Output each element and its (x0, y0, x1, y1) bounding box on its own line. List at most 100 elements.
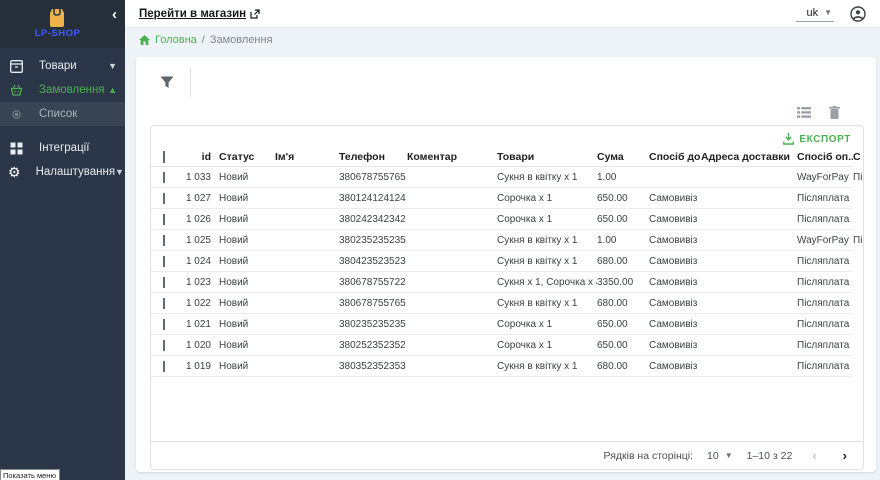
row-checkbox[interactable] (163, 214, 165, 225)
main-area: Перейти в магазин uk ▼ Головна / (125, 0, 880, 480)
sidebar-item-orders[interactable]: Замовлення ▲ (0, 78, 125, 102)
table-row[interactable]: 1 025 Новий 380235235235 Сукня в квітку … (151, 230, 853, 251)
cell-payment: Післяплата (797, 319, 853, 330)
cell-phone: 380678755722 (339, 277, 407, 288)
integrations-grid-icon (8, 142, 24, 155)
cell-delivery: Самовивіз (649, 193, 701, 204)
table-row[interactable]: 1 023 Новий 380678755722 Сукня x 1, Соро… (151, 272, 853, 293)
column-header-products[interactable]: Товари (497, 151, 597, 163)
table-row[interactable]: 1 033 Новий 380678755765 Сукня в квітку … (151, 167, 853, 188)
column-header-phone[interactable]: Телефон (339, 151, 407, 163)
export-button[interactable]: ЕКСПОРТ (783, 133, 851, 145)
language-select[interactable]: uk ▼ (796, 6, 834, 22)
cell-status: Новий (219, 193, 275, 204)
cell-payment: Післяплата (797, 340, 853, 351)
shopping-bag-logo-icon (47, 9, 67, 27)
cell-status: Новий (219, 277, 275, 288)
column-header-name[interactable]: Ім'я (275, 151, 339, 163)
column-header-sum[interactable]: Сума (597, 151, 649, 163)
go-to-store-link[interactable]: Перейти в магазин (139, 8, 260, 20)
rows-per-page-select[interactable]: 10 ▼ (707, 450, 733, 462)
previous-page-button[interactable]: ‹ (806, 448, 822, 463)
home-icon (139, 35, 150, 45)
cell-id: 1 021 (185, 319, 219, 330)
breadcrumb-separator: / (202, 34, 205, 46)
collapse-sidebar-icon[interactable]: ‹ (112, 8, 117, 22)
cell-status: Новий (219, 235, 275, 246)
row-checkbox[interactable] (163, 361, 165, 372)
trash-icon[interactable] (829, 106, 840, 119)
settings-gear-icon: ⚙ (8, 165, 21, 179)
cell-sum: 3350.00 (597, 277, 649, 288)
sidebar-subitem-list[interactable]: Список (0, 102, 125, 126)
cell-status: Новий (219, 298, 275, 309)
external-link-icon (250, 9, 260, 19)
filter-funnel-icon[interactable] (160, 76, 174, 89)
cell-sum: 650.00 (597, 193, 649, 204)
sidebar-item-integrations[interactable]: Інтеграції (0, 136, 125, 160)
pagination-bar: Рядків на сторінці: 10 ▼ 1–10 з 22 ‹ › (151, 441, 863, 469)
column-header-payment[interactable]: Спосіб оп... (797, 151, 853, 163)
cell-sum: 650.00 (597, 319, 649, 330)
table-row[interactable]: 1 027 Новий 380124124124 Сорочка x 1 650… (151, 188, 853, 209)
cell-delivery: Самовивіз (649, 298, 701, 309)
filter-divider (190, 67, 191, 97)
cell-delivery: Самовивіз (649, 235, 701, 246)
filter-bar (136, 57, 876, 106)
table-body: 1 033 Новий 380678755765 Сукня в квітку … (151, 167, 853, 377)
row-checkbox[interactable] (163, 172, 165, 183)
cell-phone: 380235235235 (339, 235, 407, 246)
cell-payment: Післяплата (797, 256, 853, 267)
logo[interactable]: LP-SHOP (35, 9, 81, 39)
column-header-address[interactable]: Адреса доставки (701, 151, 797, 163)
cell-phone: 380352352353 (339, 361, 407, 372)
select-all-checkbox[interactable] (163, 151, 165, 163)
account-circle-icon[interactable] (850, 6, 866, 22)
row-checkbox[interactable] (163, 298, 165, 309)
row-checkbox[interactable] (163, 256, 165, 267)
cell-products: Сорочка x 1 (497, 193, 597, 204)
breadcrumb-home-link[interactable]: Головна (155, 34, 197, 46)
cell-phone: 380252352352 (339, 340, 407, 351)
cell-phone: 380678755765 (339, 172, 407, 183)
cell-payment-status: Пі (853, 235, 864, 246)
app-window: LP-SHOP ‹ Товари ▼ Замовлення ▲ (0, 0, 880, 480)
view-list-icon[interactable] (797, 107, 811, 118)
cell-phone: 380423523523 (339, 256, 407, 267)
cell-phone: 380124124124 (339, 193, 407, 204)
row-checkbox[interactable] (163, 340, 165, 351)
table-row[interactable]: 1 019 Новий 380352352353 Сукня в квітку … (151, 356, 853, 377)
next-page-button[interactable]: › (837, 448, 853, 463)
column-header-payment-status[interactable]: С (853, 151, 864, 163)
column-header-status[interactable]: Статус (219, 151, 275, 163)
cell-products: Сорочка x 1 (497, 340, 597, 351)
sidebar-item-label: Замовлення (39, 84, 108, 96)
cell-payment: Післяплата (797, 277, 853, 288)
sidebar: LP-SHOP ‹ Товари ▼ Замовлення ▲ (0, 0, 125, 480)
cell-status: Новий (219, 214, 275, 225)
export-row: ЕКСПОРТ (151, 126, 863, 148)
sidebar-item-settings[interactable]: ⚙ Налаштування ▼ (0, 160, 125, 184)
breadcrumb: Головна / Замовлення (125, 28, 880, 52)
column-header-delivery[interactable]: Спосіб до... (649, 151, 701, 163)
rows-per-page-value: 10 (707, 450, 719, 462)
row-checkbox[interactable] (163, 277, 165, 288)
cell-payment: Післяплата (797, 214, 853, 225)
cell-sum: 680.00 (597, 298, 649, 309)
bullet-dot-icon (8, 110, 24, 119)
column-header-comment[interactable]: Коментар (407, 151, 497, 163)
cell-products: Сукня в квітку x 1 (497, 361, 597, 372)
table-row[interactable]: 1 022 Новий 380678755765 Сукня в квітку … (151, 293, 853, 314)
row-checkbox[interactable] (163, 319, 165, 330)
table-row[interactable]: 1 024 Новий 380423523523 Сукня в квітку … (151, 251, 853, 272)
table-row[interactable]: 1 026 Новий 380242342342 Сорочка x 1 650… (151, 209, 853, 230)
cell-status: Новий (219, 361, 275, 372)
row-checkbox[interactable] (163, 235, 165, 246)
table-row[interactable]: 1 021 Новий 380235235235 Сорочка x 1 650… (151, 314, 853, 335)
sidebar-item-products[interactable]: Товари ▼ (0, 54, 125, 78)
row-checkbox[interactable] (163, 193, 165, 204)
column-header-id[interactable]: id (185, 151, 219, 163)
cell-status: Новий (219, 319, 275, 330)
menu-gap (0, 126, 125, 136)
table-row[interactable]: 1 020 Новий 380252352352 Сорочка x 1 650… (151, 335, 853, 356)
